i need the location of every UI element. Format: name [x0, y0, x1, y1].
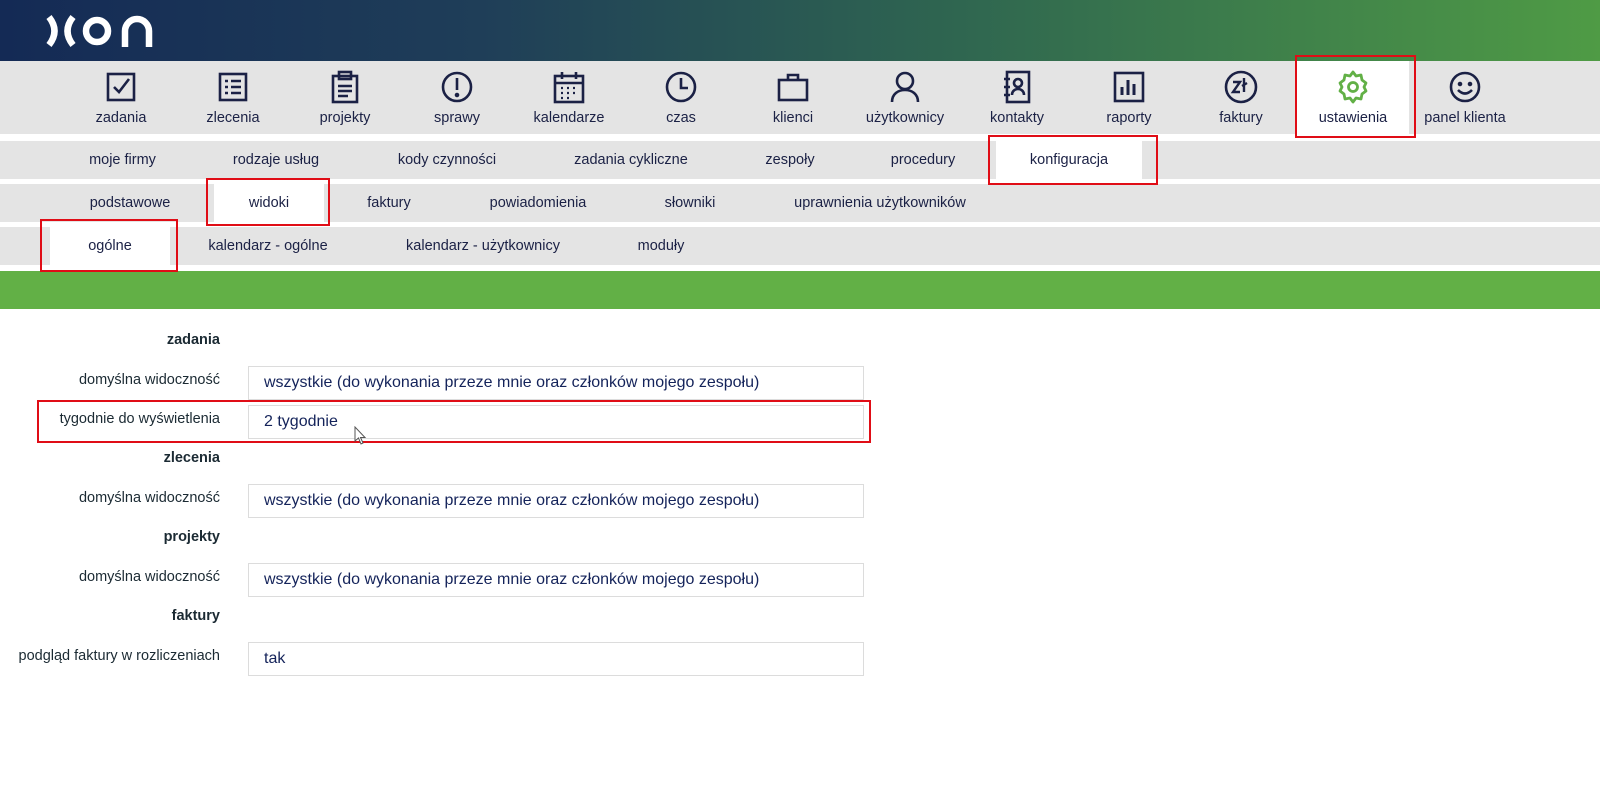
menu-item-label: klienci [772, 110, 814, 126]
tab-moduly[interactable]: moduły [617, 227, 705, 265]
menu-item-zadania[interactable]: zadania [65, 61, 177, 134]
top-header-bar [0, 0, 1600, 61]
tab-slowniki[interactable]: słowniki [646, 184, 734, 222]
zadania-weeks-label: tygodnie do wyświetlenia [59, 411, 220, 427]
menu-item-uzytkownicy[interactable]: użytkownicy [849, 61, 961, 134]
tab-moje-firmy[interactable]: moje firmy [70, 141, 175, 179]
tab-zadania-cykliczne[interactable]: zadania cykliczne [558, 141, 704, 179]
view-tabs-bar: ogólne kalendarz - ogólne kalendarz - uż… [0, 227, 1600, 265]
menu-item-klienci[interactable]: klienci [737, 61, 849, 134]
config-tabs-bar: podstawowe widoki faktury powiadomienia … [0, 184, 1600, 222]
briefcase-icon [775, 69, 811, 105]
main-menu: zadania zlecenia projekty sprawy kalenda… [0, 61, 1600, 134]
menu-item-label: projekty [319, 110, 371, 126]
address-book-icon [999, 69, 1035, 105]
zlecenia-visibility-select[interactable]: wszystkie (do wykonania przeze mnie oraz… [248, 484, 864, 518]
menu-item-panel-klienta[interactable]: panel klienta [1409, 61, 1521, 134]
tab-faktury[interactable]: faktury [345, 184, 433, 222]
list-icon [215, 69, 251, 105]
menu-item-label: faktury [1219, 110, 1263, 126]
section-heading-faktury: faktury [171, 608, 220, 624]
faktury-preview-select[interactable]: tak [248, 642, 864, 676]
tab-zespoly[interactable]: zespoły [745, 141, 835, 179]
zlecenia-visibility-label: domyślna widoczność [78, 490, 220, 506]
gear-icon [1335, 69, 1371, 105]
clock-icon [663, 69, 699, 105]
menu-item-label: ustawienia [1318, 110, 1388, 126]
tab-uprawnienia-uzytkownikow[interactable]: uprawnienia użytkowników [780, 184, 980, 222]
menu-item-kontakty[interactable]: kontakty [961, 61, 1073, 134]
menu-item-label: zadania [95, 110, 147, 126]
tab-procedury[interactable]: procedury [870, 141, 976, 179]
menu-item-sprawy[interactable]: sprawy [401, 61, 513, 134]
menu-item-label: zlecenia [206, 110, 260, 126]
zloty-icon [1223, 69, 1259, 105]
tab-kalendarz-uzytkownicy[interactable]: kalendarz - użytkownicy [393, 227, 573, 265]
menu-item-kalendarze[interactable]: kalendarze [513, 61, 625, 134]
menu-item-ustawienia[interactable]: ustawienia [1297, 61, 1409, 134]
menu-item-label: panel klienta [1424, 110, 1506, 126]
tab-powiadomienia[interactable]: powiadomienia [468, 184, 608, 222]
projekty-visibility-label: domyślna widoczność [78, 569, 220, 585]
clipboard-icon [327, 69, 363, 105]
xon-logo[interactable] [46, 14, 162, 48]
section-heading-zlecenia: zlecenia [163, 450, 220, 466]
calendar-icon [551, 69, 587, 105]
menu-item-label: sprawy [434, 110, 480, 126]
menu-item-label: użytkownicy [865, 110, 945, 126]
faktury-preview-label: podgląd faktury w rozliczeniach [18, 648, 221, 664]
tab-ogolne[interactable]: ogólne [50, 227, 170, 265]
section-heading-zadania: zadania [166, 332, 220, 348]
menu-item-label: kalendarze [533, 110, 605, 126]
mouse-cursor-icon [354, 426, 367, 445]
user-icon [887, 69, 923, 105]
tab-kody-czynnosci[interactable]: kody czynności [384, 141, 510, 179]
tab-podstawowe[interactable]: podstawowe [70, 184, 190, 222]
section-heading-projekty: projekty [163, 529, 220, 545]
bar-chart-icon [1111, 69, 1147, 105]
menu-item-faktury[interactable]: faktury [1185, 61, 1297, 134]
tab-konfiguracja[interactable]: konfiguracja [996, 141, 1142, 179]
menu-item-czas[interactable]: czas [625, 61, 737, 134]
projekty-visibility-select[interactable]: wszystkie (do wykonania przeze mnie oraz… [248, 563, 864, 597]
menu-item-label: czas [666, 110, 696, 126]
menu-item-label: raporty [1106, 110, 1152, 126]
checkbox-icon [103, 69, 139, 105]
tab-widoki[interactable]: widoki [214, 184, 324, 222]
menu-item-raporty[interactable]: raporty [1073, 61, 1185, 134]
menu-item-label: kontakty [990, 110, 1044, 126]
smiley-icon [1447, 69, 1483, 105]
settings-tabs-bar: moje firmy rodzaje usług kody czynności … [0, 141, 1600, 179]
exclamation-icon [439, 69, 475, 105]
tab-kalendarz-ogolne[interactable]: kalendarz - ogólne [198, 227, 338, 265]
content-header-bar [0, 271, 1600, 309]
zadania-visibility-label: domyślna widoczność [78, 372, 220, 388]
zadania-weeks-select[interactable]: 2 tygodnie [248, 405, 864, 439]
tab-rodzaje-uslug[interactable]: rodzaje usług [215, 141, 337, 179]
zadania-visibility-select[interactable]: wszystkie (do wykonania przeze mnie oraz… [248, 366, 864, 400]
menu-item-projekty[interactable]: projekty [289, 61, 401, 134]
menu-item-zlecenia[interactable]: zlecenia [177, 61, 289, 134]
